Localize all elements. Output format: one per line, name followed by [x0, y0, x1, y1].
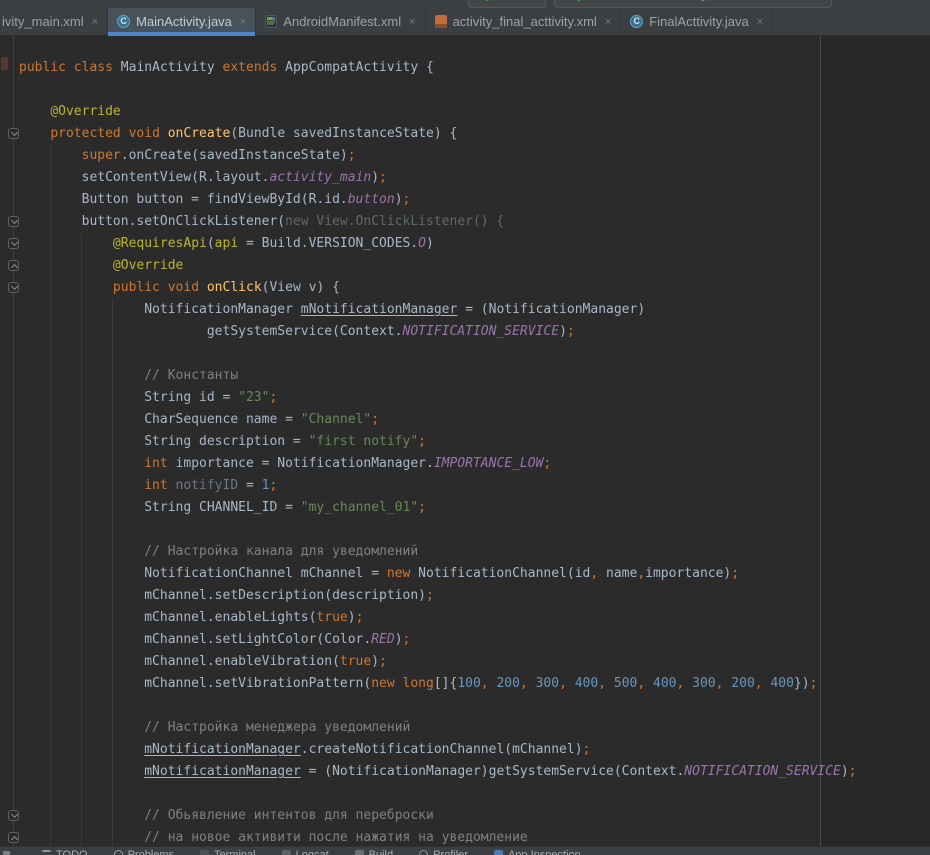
- fold-marker-icon[interactable]: [8, 128, 19, 139]
- fold-marker-icon[interactable]: [8, 238, 19, 249]
- close-icon[interactable]: ×: [757, 16, 763, 28]
- editor-tab-activity_final_acttivity.xml[interactable]: activity_final_acttivity.xml ×: [426, 8, 622, 35]
- code-line[interactable]: [19, 343, 930, 365]
- statusbar-item-label: Build: [369, 849, 393, 855]
- code-line[interactable]: mChannel.setLightColor(Color.RED);: [19, 629, 930, 651]
- code-editor[interactable]: public class MainActivity extends AppCom…: [0, 36, 930, 846]
- code-line[interactable]: public void onClick(View v) {: [19, 277, 930, 299]
- logcat-icon: [282, 850, 291, 855]
- code-line[interactable]: int notifyID = 1;: [19, 475, 930, 497]
- code-line[interactable]: button.setOnClickListener(new View.OnCli…: [19, 211, 930, 233]
- layout-file-icon: [435, 15, 447, 28]
- tab-label: FinalActtivity.java: [649, 14, 748, 29]
- statusbar-item-label: Terminal: [214, 849, 256, 855]
- problems-icon: [114, 850, 123, 855]
- statusbar-item-logcat[interactable]: Logcat: [282, 849, 329, 855]
- editor-tab-MainActivity.java[interactable]: C MainActivity.java ×: [108, 8, 256, 35]
- profiler-icon: [419, 850, 428, 855]
- statusbar-item-label: App Inspection: [508, 849, 581, 855]
- statusbar-item-app-inspection[interactable]: App Inspection: [494, 849, 581, 855]
- code-line[interactable]: NotificationManager mNotificationManager…: [19, 299, 930, 321]
- build-icon: [355, 850, 364, 855]
- code-line[interactable]: [19, 519, 930, 541]
- close-icon[interactable]: ×: [240, 16, 246, 28]
- code-line[interactable]: [19, 79, 930, 101]
- code-line[interactable]: // на новое активити после нажатия на ув…: [19, 827, 930, 846]
- code-line[interactable]: // Обьявление интентов для переброски: [19, 805, 930, 827]
- device-widget-outline: [554, 0, 832, 8]
- code-line[interactable]: mNotificationManager.createNotificationC…: [19, 739, 930, 761]
- statusbar-item-label: Logcat: [296, 849, 329, 855]
- class-file-icon: C: [630, 15, 643, 28]
- statusbar-item-label: Profiler: [433, 849, 468, 855]
- app-inspection-icon: [494, 850, 503, 855]
- statusbar-item-problems[interactable]: Problems: [114, 849, 174, 855]
- tool-window-bar: TODO Problems Terminal Logcat Build Profiler A…: [0, 846, 930, 855]
- tool-window-toggle-icon[interactable]: [3, 851, 10, 855]
- code-line[interactable]: int importance = NotificationManager.IMP…: [19, 453, 930, 475]
- code-line[interactable]: [19, 695, 930, 717]
- fold-marker-icon[interactable]: [8, 810, 19, 821]
- code-line[interactable]: mChannel.setDescription(description);: [19, 585, 930, 607]
- run-config-widget-outline: [468, 0, 546, 8]
- code-line[interactable]: super.onCreate(savedInstanceState);: [19, 145, 930, 167]
- class-file-icon: C: [117, 15, 130, 28]
- code-area[interactable]: public class MainActivity extends AppCom…: [0, 36, 930, 846]
- statusbar-item-profiler[interactable]: Profiler: [419, 849, 468, 855]
- code-line[interactable]: mChannel.setVibrationPattern(new long[]{…: [19, 673, 930, 695]
- ide-window: ivity_main.xml × C MainActivity.java × MF Andr…: [0, 0, 930, 855]
- code-line[interactable]: setContentView(R.layout.activity_main);: [19, 167, 930, 189]
- code-line[interactable]: mChannel.enableLights(true);: [19, 607, 930, 629]
- code-line[interactable]: @Override: [19, 255, 930, 277]
- code-line[interactable]: String id = "23";: [19, 387, 930, 409]
- statusbar-item-terminal[interactable]: Terminal: [200, 849, 256, 855]
- code-line[interactable]: // Константы: [19, 365, 930, 387]
- statusbar-item-todo[interactable]: TODO: [42, 849, 88, 855]
- fold-marker-icon[interactable]: [8, 216, 19, 227]
- code-line[interactable]: mNotificationManager = (NotificationMana…: [19, 761, 930, 783]
- code-line[interactable]: // Настройка менеджера уведомлений: [19, 717, 930, 739]
- code-line[interactable]: String CHANNEL_ID = "my_channel_01";: [19, 497, 930, 519]
- close-icon[interactable]: ×: [92, 16, 98, 28]
- main-toolbar-strip: [0, 0, 930, 8]
- manifest-file-icon: MF: [265, 15, 277, 28]
- code-line[interactable]: @RequiresApi(api = Build.VERSION_CODES.O…: [19, 233, 930, 255]
- toolbar-dot-icon: [701, 0, 705, 1]
- statusbar-item-label: TODO: [56, 849, 88, 855]
- code-line[interactable]: public class MainActivity extends AppCom…: [19, 57, 930, 79]
- todo-icon: [42, 850, 51, 855]
- code-line[interactable]: Button button = findViewById(R.id.button…: [19, 189, 930, 211]
- code-line[interactable]: @Override: [19, 101, 930, 123]
- terminal-icon: [200, 850, 209, 855]
- editor-tab-FinalActtivity.java[interactable]: C FinalActtivity.java ×: [621, 8, 773, 35]
- code-line[interactable]: protected void onCreate(Bundle savedInst…: [19, 123, 930, 145]
- tab-label: AndroidManifest.xml: [283, 14, 401, 29]
- tab-label: ivity_main.xml: [2, 14, 84, 29]
- run-icon: [485, 0, 489, 1]
- fold-marker-icon[interactable]: [8, 282, 19, 293]
- code-line[interactable]: mChannel.enableVibration(true);: [19, 651, 930, 673]
- close-icon[interactable]: ×: [605, 16, 611, 28]
- statusbar-item-label: Problems: [128, 849, 174, 855]
- fold-marker-icon[interactable]: [8, 260, 19, 271]
- code-line[interactable]: // Настройка канала для уведомлений: [19, 541, 930, 563]
- code-line[interactable]: NotificationChannel mChannel = new Notif…: [19, 563, 930, 585]
- close-icon[interactable]: ×: [409, 16, 415, 28]
- code-line[interactable]: CharSequence name = "Channel";: [19, 409, 930, 431]
- code-line[interactable]: String description = "first notify";: [19, 431, 930, 453]
- code-line[interactable]: getSystemService(Context.NOTIFICATION_SE…: [19, 321, 930, 343]
- run-icon: [577, 0, 581, 1]
- editor-tab-ivity_main.xml[interactable]: ivity_main.xml ×: [0, 8, 108, 35]
- statusbar-item-build[interactable]: Build: [355, 849, 393, 855]
- code-line[interactable]: [19, 783, 930, 805]
- fold-marker-icon[interactable]: [8, 832, 19, 843]
- editor-tab-AndroidManifest.xml[interactable]: MF AndroidManifest.xml ×: [256, 8, 425, 35]
- tab-label: activity_final_acttivity.xml: [453, 14, 597, 29]
- tab-label: MainActivity.java: [136, 14, 232, 29]
- editor-tab-bar: ivity_main.xml × C MainActivity.java × MF Andr…: [0, 8, 930, 36]
